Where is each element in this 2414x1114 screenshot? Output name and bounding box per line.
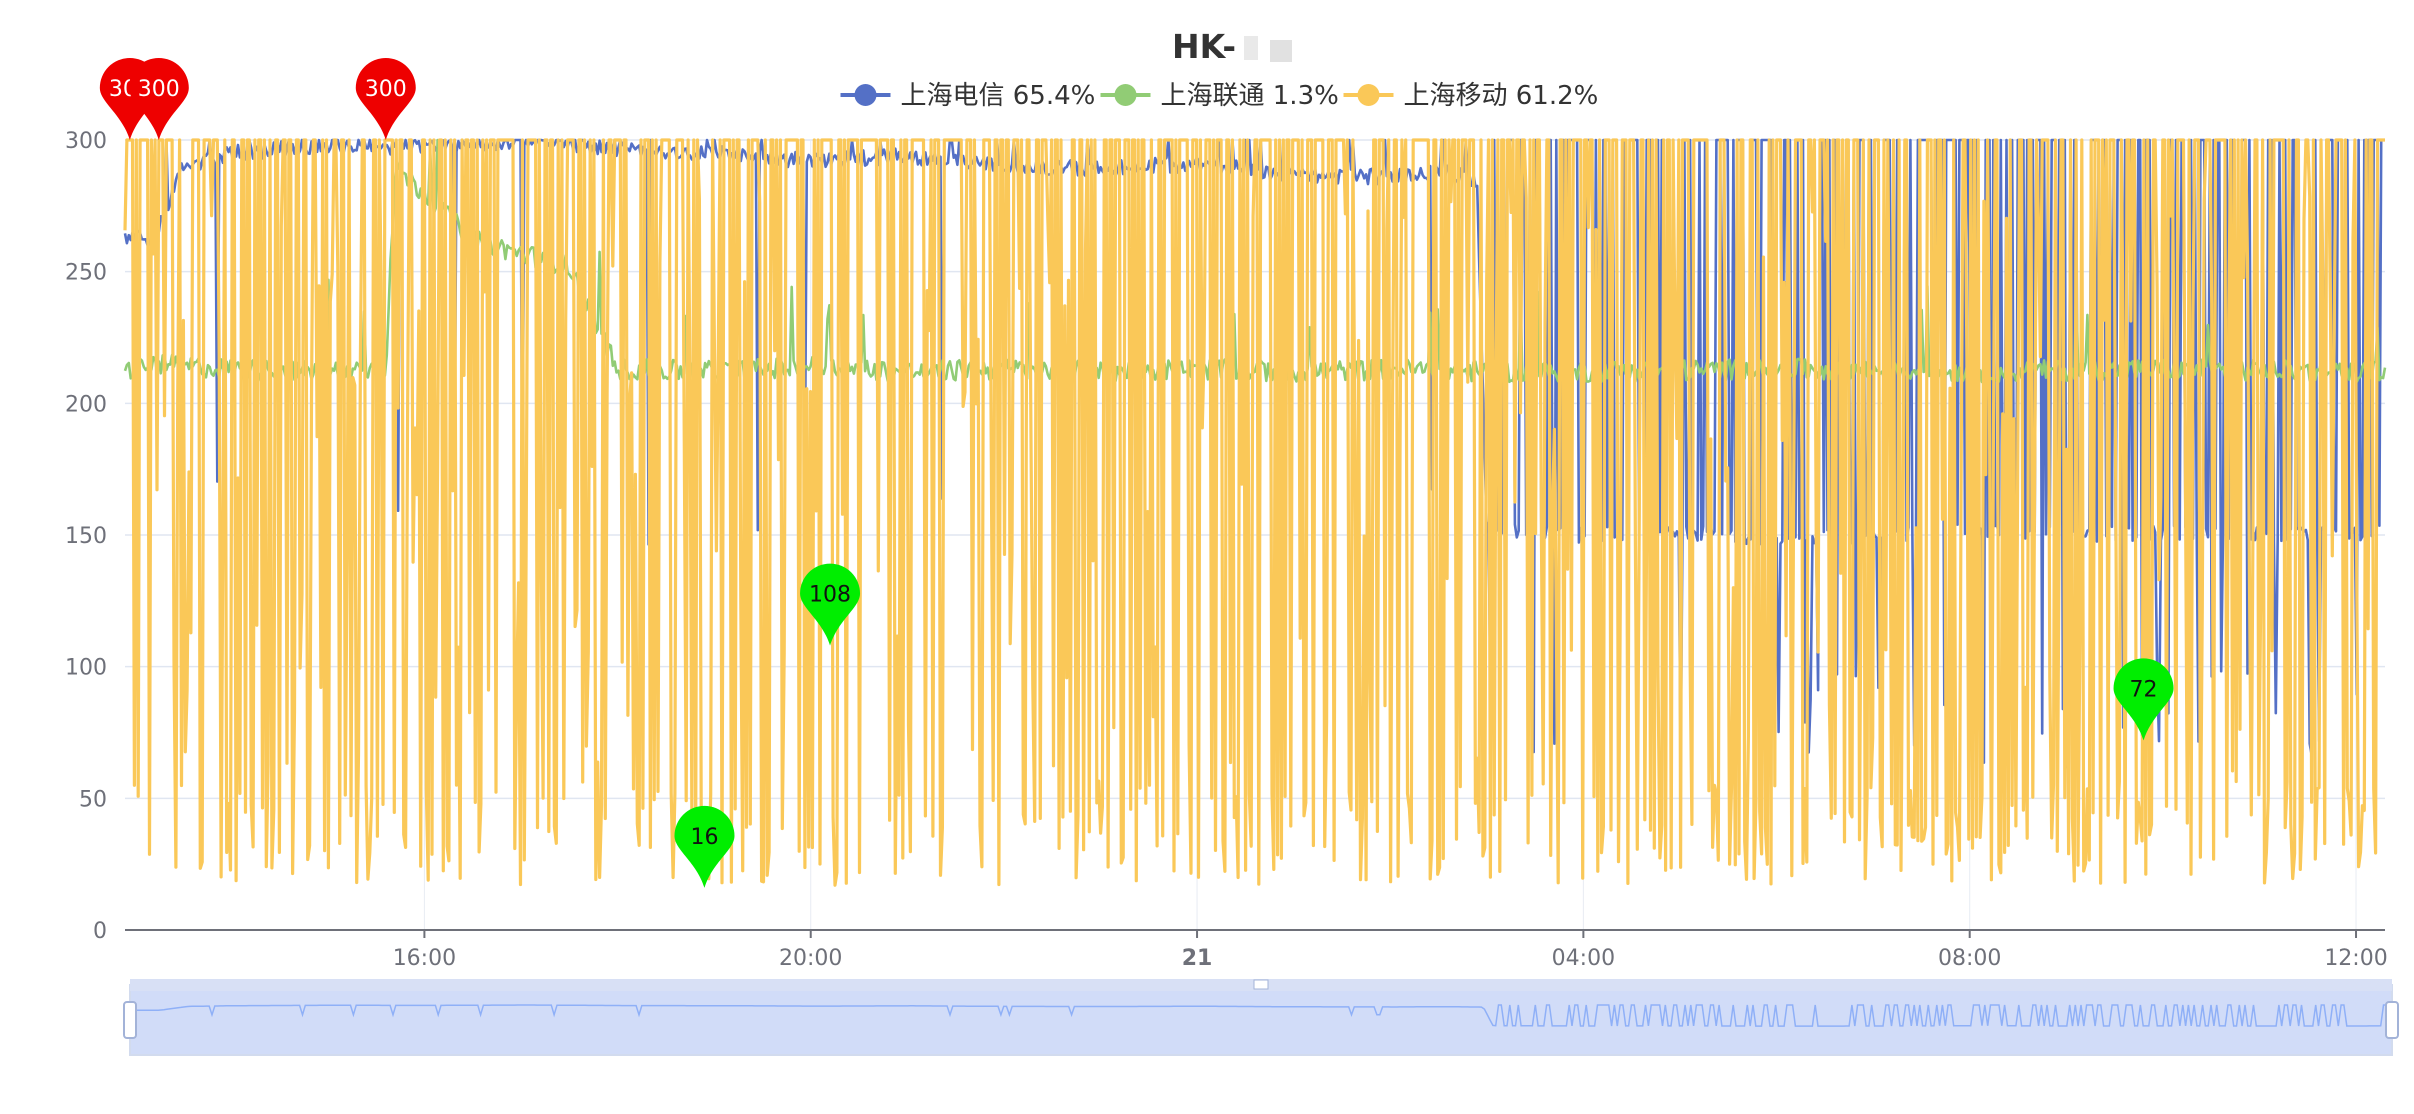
marker-value-label: 16: [690, 825, 718, 850]
legend-label: 上海移动 61.2%: [1404, 81, 1599, 111]
series-lines: [123, 138, 2387, 887]
legend-item-2[interactable]: 上海联通 1.3%: [1100, 81, 1339, 111]
x-tick-label: 08:00: [1938, 946, 2001, 971]
title-redacted-block: [1244, 36, 1258, 60]
x-tick-label: 16:00: [393, 946, 456, 971]
x-tick-label: 04:00: [1552, 946, 1615, 971]
data-zoom-slider[interactable]: [123, 979, 2399, 1056]
x-tick-label: 20:00: [779, 946, 842, 971]
zoom-window[interactable]: [129, 984, 2393, 1056]
legend[interactable]: 上海电信 65.4% 上海联通 1.3% 上海移动 61.2%: [840, 81, 1599, 111]
marker-value-label: 300: [365, 77, 407, 102]
y-tick-label: 200: [65, 392, 107, 417]
title-redacted-block-2: [1270, 40, 1292, 62]
zoom-handle-left[interactable]: [123, 1001, 137, 1039]
legend-label: 上海联通 1.3%: [1161, 81, 1339, 111]
legend-item-1[interactable]: 上海电信 65.4%: [840, 81, 1096, 111]
legend-item-3[interactable]: 上海移动 61.2%: [1343, 81, 1599, 111]
marker-value-label: 300: [138, 77, 180, 102]
marker-value-label: 72: [2130, 677, 2158, 702]
legend-label: 上海电信 65.4%: [901, 81, 1096, 111]
y-tick-label: 100: [65, 656, 107, 681]
zoom-move-handle[interactable]: [1253, 979, 1269, 990]
latency-chart: 0 50 100 150 200 250 300 16:00 20:00 21 04:00 08:00…: [0, 0, 2414, 1110]
y-tick-label: 150: [65, 524, 107, 549]
y-tick-label: 300: [65, 129, 107, 154]
zoom-handle-right[interactable]: [2385, 1001, 2399, 1039]
y-tick-label: 0: [93, 919, 107, 944]
title-area: HK-: [1172, 27, 1292, 66]
chart-title: HK-: [1172, 27, 1236, 66]
chart-svg: 0 50 100 150 200 250 300 16:00 20:00 21 04:00 08:00…: [65, 27, 2399, 1056]
marker-pin[interactable]: 300: [355, 58, 416, 140]
marker-pin[interactable]: 16: [674, 805, 735, 888]
marker-pin[interactable]: 300: [128, 58, 189, 140]
y-tick-label: 250: [65, 261, 107, 286]
y-tick-label: 50: [79, 787, 107, 812]
legend-dot-icon: [854, 84, 877, 106]
legend-dot-icon: [1114, 84, 1137, 106]
marker-value-label: 108: [809, 583, 851, 608]
x-tick-label: 12:00: [2324, 946, 2387, 971]
x-tick-label: 21: [1182, 946, 1213, 971]
legend-dot-icon: [1357, 84, 1380, 106]
